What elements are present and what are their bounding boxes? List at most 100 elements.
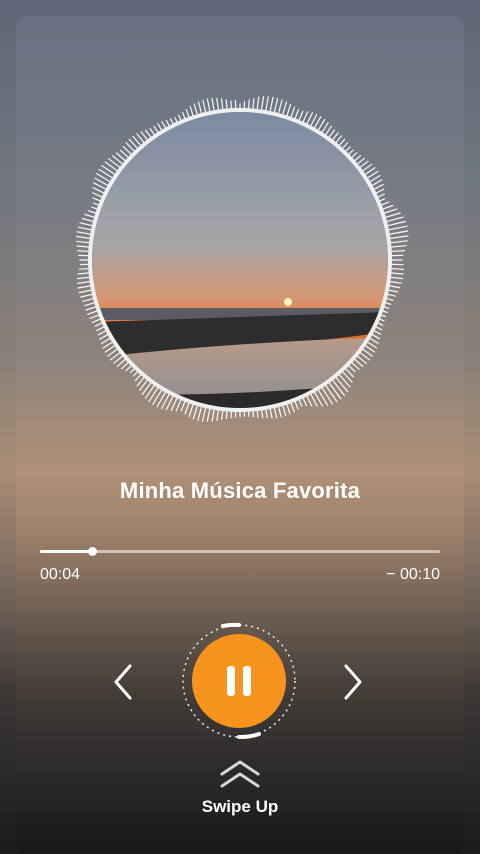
visualizer-bar [220, 98, 224, 110]
visualizer-bar [206, 408, 211, 422]
visualizer-bar [302, 111, 309, 123]
visualizer-bar [85, 306, 97, 311]
visualizer-bar [269, 408, 273, 419]
visualizer-bar [389, 285, 401, 289]
visualizer-bar [302, 397, 308, 407]
visualizer-bar [87, 310, 98, 315]
chevron-right-icon [344, 664, 362, 700]
visualizer-bar [201, 407, 207, 422]
visualizer-bar [76, 231, 91, 235]
visualizer-bar [335, 377, 349, 392]
visualizer-bar [335, 135, 343, 143]
visualizer-bar [388, 225, 408, 231]
visualizer-bar [193, 103, 198, 115]
swipe-up-label: Swipe Up [201, 797, 279, 816]
visualizer-bar [338, 374, 351, 388]
visualizer-bar [100, 337, 111, 345]
visualizer-bar [77, 285, 91, 289]
visualizer-bar [382, 204, 394, 210]
visualizer-bar [359, 160, 369, 168]
visualizer-bar [265, 96, 269, 111]
visualizer-bar [384, 306, 390, 309]
visualizer-bar [122, 145, 132, 155]
visualizer-bar [192, 405, 198, 420]
double-chevron-up-icon[interactable] [216, 756, 264, 790]
visualizer-bar [136, 133, 145, 143]
visualizer-bar [381, 314, 387, 318]
visualizer-bar [345, 146, 351, 152]
visualizer-bar [92, 187, 105, 194]
visualizer-bar [77, 272, 90, 275]
visualizer-bar [76, 245, 90, 248]
visualizer-bar [314, 116, 322, 129]
visualizer-bar [197, 406, 202, 421]
visualizer-bar [321, 387, 334, 405]
visualizer-bar [364, 345, 376, 353]
visualizer-bar [273, 97, 279, 113]
visualizer-bar [362, 348, 373, 357]
visualizer-bar [104, 345, 116, 353]
visualizer-bar [357, 157, 365, 165]
visualizer-bar [216, 97, 219, 111]
visualizer-bar [76, 276, 90, 280]
visualizer-bar [328, 129, 336, 138]
visualizer-bar [354, 154, 362, 162]
album-art [88, 108, 392, 412]
visualizer-bar [342, 142, 349, 149]
visualizer-bar [391, 250, 406, 252]
visualizer-bar [278, 406, 282, 418]
visualizer-bar [120, 362, 129, 370]
visualizer-bar [252, 97, 255, 110]
visualizer-bar [134, 374, 142, 382]
visualizer-bar [338, 138, 346, 146]
pause-icon [227, 666, 251, 696]
visualizer-bar [371, 334, 380, 340]
visualizer-bar [248, 99, 250, 109]
visualizer-bar [170, 397, 178, 411]
pause-button[interactable] [192, 634, 286, 728]
visualizer-bar [389, 281, 402, 284]
visualizer-bar [261, 409, 264, 419]
visualizer-bar [377, 193, 385, 198]
progress-bar[interactable] [40, 547, 440, 556]
visualizer-bar [273, 407, 278, 419]
visualizer-bar [367, 170, 379, 179]
visualizer-bar [385, 212, 401, 218]
next-button[interactable] [336, 662, 368, 702]
visualizer-bar [382, 310, 388, 314]
visualizer-bar [180, 401, 186, 412]
visualizer-bar [290, 402, 295, 413]
visualizer-bar [369, 337, 379, 344]
visualizer-bar [371, 179, 383, 186]
visualizer-bar [385, 302, 392, 305]
visualizer-bar [386, 216, 404, 222]
visualizer-bar [78, 268, 89, 270]
visualizer-bar [373, 330, 382, 335]
visualizer-bar [216, 409, 219, 421]
visualizer-bar [351, 152, 358, 158]
visualizer-bar [390, 240, 408, 244]
visualizer-bar [379, 318, 385, 322]
visualizer-bar [298, 399, 303, 407]
visualizer-bar [76, 235, 91, 239]
visualizer-bar [189, 106, 194, 116]
visualizer-bar [94, 322, 103, 327]
visualizer-bar [362, 163, 373, 172]
visualizer-bar [391, 268, 405, 270]
visualizer-bar [76, 281, 91, 284]
visualizer-bar [78, 289, 92, 294]
visualizer-bar [119, 149, 129, 158]
song-title: Minha Música Favorita [119, 478, 361, 503]
visualizer-bar [92, 192, 103, 198]
visualizer-bar [188, 404, 194, 418]
visualizer-bar [286, 404, 291, 415]
visualizer-bar [354, 358, 364, 368]
visualizer-bar [77, 226, 92, 231]
visualizer-bar [369, 174, 381, 183]
visualizer-bar [310, 113, 318, 127]
visualizer-bar [389, 230, 409, 235]
visualizer-bar [387, 220, 406, 227]
previous-button[interactable] [108, 662, 140, 702]
progress-thumb[interactable] [88, 547, 97, 556]
visualizer-bar [375, 188, 385, 194]
